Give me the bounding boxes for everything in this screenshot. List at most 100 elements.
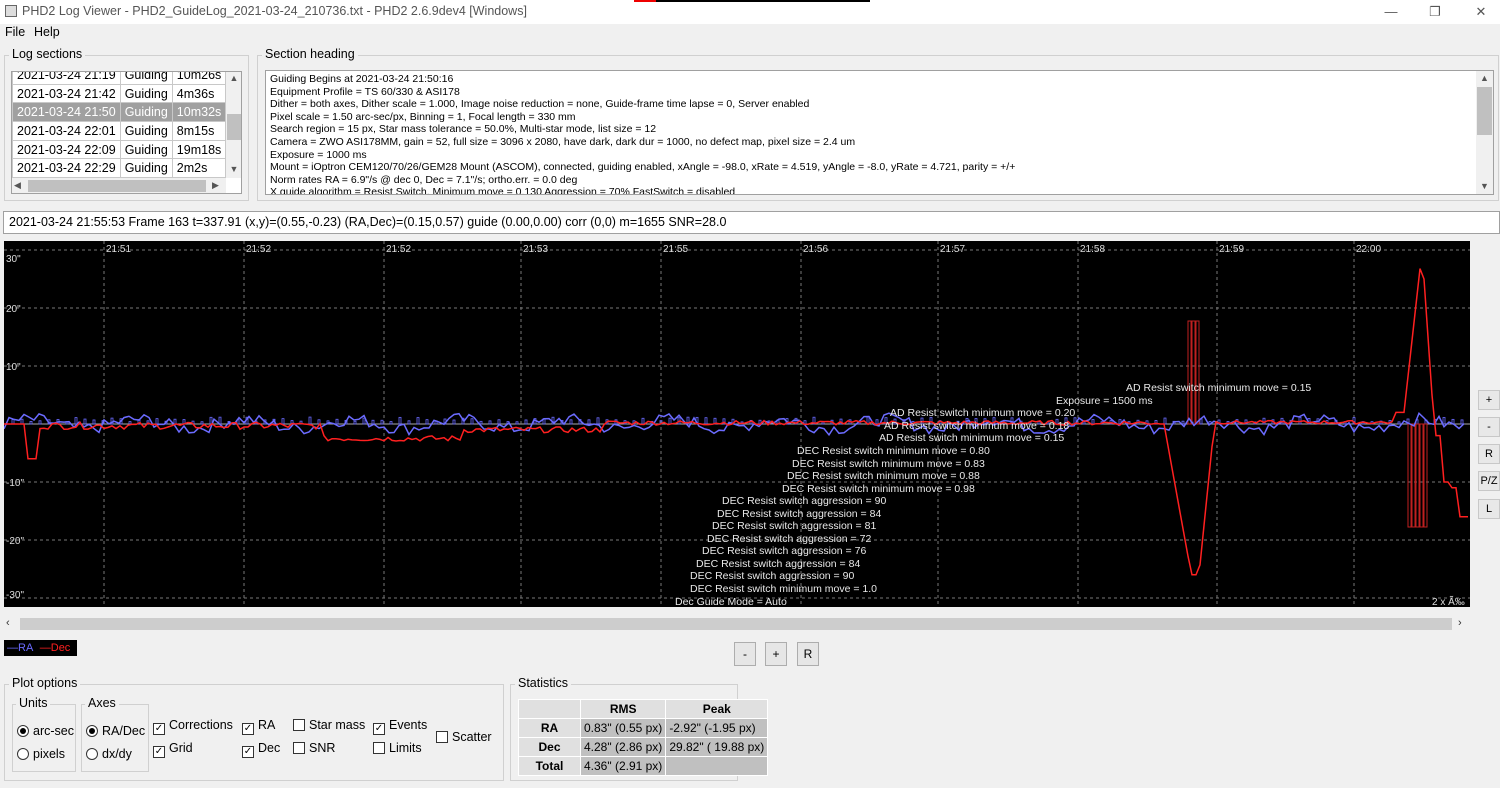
log-section-type: Guiding: [119, 158, 173, 179]
event-annotation: DEC Resist switch aggression = 81: [712, 520, 876, 532]
event-annotation: AD Resist switch minimum move = 0.15: [879, 432, 1064, 444]
limits-checkbox[interactable]: Limits: [373, 741, 422, 755]
graph-hscroll[interactable]: ‹ ›: [4, 615, 1470, 632]
corrections-checkbox[interactable]: ✓ Corrections: [153, 718, 233, 735]
correction-bar: [1407, 423, 1412, 528]
reset-zoom-button[interactable]: R: [797, 642, 819, 666]
stats-cell: 29.82" ( 19.88 px): [665, 737, 769, 757]
star-mass-checkbox[interactable]: Star mass: [293, 718, 365, 732]
units-group: Units: [12, 696, 76, 772]
time-label: 21:55: [663, 244, 688, 255]
legend-dec: —Dec: [39, 642, 71, 654]
log-section-row[interactable]: 2021-03-24 22:29 Guiding 2m2s: [12, 158, 227, 179]
event-annotation: DEC Resist switch minimum move = 0.98: [782, 483, 975, 495]
correction-bar: [641, 417, 645, 425]
zoom-in-button[interactable]: +: [765, 642, 787, 666]
correction-bar: [1187, 320, 1192, 425]
log-section-row[interactable]: 2021-03-24 21:42 Guiding 4m36s: [12, 83, 227, 104]
zoom-out-y-button[interactable]: -: [1478, 417, 1500, 437]
time-label: 21:51: [106, 244, 131, 255]
correction-bar: [704, 417, 708, 425]
correction-bar: [425, 419, 429, 425]
event-annotation: DEC Resist switch aggression = 84: [696, 558, 860, 570]
log-section-row[interactable]: 2021-03-24 22:01 Guiding 8m15s: [12, 121, 227, 141]
correction-bar: [200, 421, 204, 425]
scroll-thumb[interactable]: [227, 114, 241, 140]
reset-y-button[interactable]: R: [1478, 444, 1500, 464]
hscroll-thumb[interactable]: [28, 180, 206, 192]
checkbox-icon: [293, 719, 305, 731]
events-checkbox[interactable]: ✓ Events: [373, 718, 427, 735]
correction-bar: [1195, 320, 1200, 425]
guide-graph[interactable]: 30" 20" 10" -10" -20" -30" 21:51 21:52 21:52 21:5…: [4, 241, 1470, 607]
stats-cell: [665, 756, 769, 776]
time-label: 21:58: [1080, 244, 1105, 255]
correction-bar: [1163, 417, 1167, 425]
correction-bar: [155, 418, 159, 425]
stats-corner: [518, 699, 581, 719]
log-section-time: 2021-03-24 22:01: [12, 121, 121, 141]
correction-bar: [398, 416, 402, 425]
plot-options-title: Plot options: [9, 676, 81, 690]
log-sections-vscroll[interactable]: ▲ ▼: [226, 72, 241, 178]
checkbox-checked-icon: ✓: [242, 723, 254, 735]
correction-bar: [1191, 320, 1196, 425]
correction-bar: [1262, 417, 1266, 425]
log-section-time: 2021-03-24 22:09: [12, 139, 121, 160]
status-line: 2021-03-24 21:55:53 Frame 163 t=337.91 (…: [3, 211, 1500, 234]
ra-checkbox[interactable]: ✓ RA: [242, 718, 275, 735]
correction-bar: [389, 421, 393, 425]
zoom-in-y-button[interactable]: +: [1478, 390, 1500, 410]
log-section-time: 2021-03-24 21:19: [12, 72, 121, 85]
scroll-right-icon[interactable]: ▶: [212, 180, 219, 191]
time-label: 21:53: [523, 244, 548, 255]
heading-line: Equipment Profile = TS 60/330 & ASI178: [270, 85, 460, 98]
event-annotation: AD Resist switch minimum move = 0.15: [1126, 382, 1311, 394]
event-annotation: DEC Resist switch aggression = 90: [722, 495, 886, 507]
scroll-right-icon[interactable]: ›: [1458, 617, 1462, 629]
correction-bar: [92, 419, 96, 425]
grid-checkbox[interactable]: ✓ Grid: [153, 741, 193, 758]
minimize-button[interactable]: —: [1376, 2, 1406, 22]
units-arcsec-radio[interactable]: arc-sec: [17, 724, 74, 738]
scroll-up-icon[interactable]: ▲: [226, 73, 241, 83]
log-section-type: Guiding: [119, 102, 173, 123]
menu-file[interactable]: File: [5, 25, 25, 39]
scroll-down-icon[interactable]: ▼: [1476, 181, 1493, 191]
scroll-up-icon[interactable]: ▲: [1476, 73, 1493, 83]
graph-canvas: 30" 20" 10" -10" -20" -30" 21:51 21:52 21:52 21:5…: [4, 241, 1470, 607]
log-section-row[interactable]: 2021-03-24 21:19 Guiding 10m26s: [12, 72, 227, 85]
axes-radec-radio[interactable]: RA/Dec: [86, 724, 145, 738]
checkbox-checked-icon: ✓: [373, 723, 385, 735]
hscroll-thumb[interactable]: [20, 618, 1452, 630]
time-label: 22:00: [1356, 244, 1381, 255]
close-button[interactable]: ✕: [1466, 2, 1496, 22]
zoom-out-button[interactable]: -: [734, 642, 756, 666]
snr-checkbox[interactable]: SNR: [293, 741, 335, 755]
event-annotation: AD Resist switch minimum move = 0.20: [890, 407, 1075, 419]
axes-dxdy-radio[interactable]: dx/dy: [86, 747, 132, 761]
checkbox-icon: [436, 731, 448, 743]
menu-help[interactable]: Help: [34, 25, 60, 39]
log-section-row[interactable]: 2021-03-24 21:50 Guiding 10m32s: [12, 102, 227, 123]
peak-zoom-button[interactable]: P/Z: [1478, 471, 1500, 491]
scroll-left-icon[interactable]: ◀: [14, 180, 21, 191]
stats-row-label: RA: [518, 718, 581, 738]
correction-bar: [497, 419, 501, 425]
scatter-checkbox[interactable]: Scatter: [436, 730, 492, 744]
correction-bar: [587, 419, 591, 425]
log-section-row[interactable]: 2021-03-24 22:09 Guiding 19m18s: [12, 139, 227, 160]
correction-bar: [308, 416, 312, 425]
correction-bar: [1442, 417, 1446, 425]
scroll-thumb[interactable]: [1477, 87, 1492, 135]
heading-vscroll[interactable]: ▲ ▼: [1476, 71, 1493, 194]
time-label: 21:56: [803, 244, 828, 255]
scroll-down-icon[interactable]: ▼: [226, 164, 241, 174]
restore-button[interactable]: ❐: [1420, 2, 1450, 22]
log-sections-hscroll[interactable]: ◀ ▶: [12, 178, 226, 193]
scroll-left-icon[interactable]: ‹: [6, 617, 10, 629]
units-pixels-radio[interactable]: pixels: [17, 747, 65, 761]
dec-checkbox[interactable]: ✓ Dec: [242, 741, 280, 758]
axes-title: Axes: [85, 696, 119, 710]
lock-button[interactable]: L: [1478, 499, 1500, 519]
